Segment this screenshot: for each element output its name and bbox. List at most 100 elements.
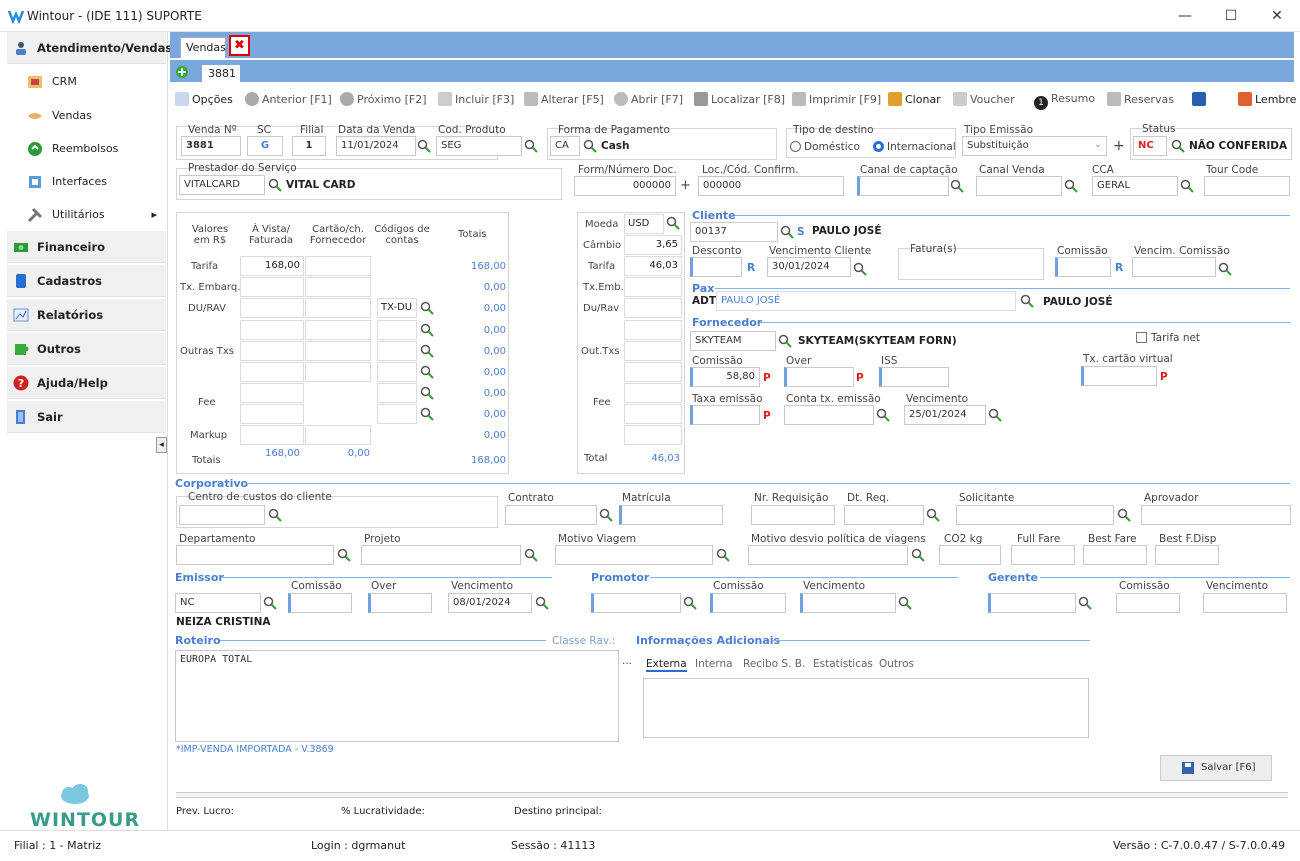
voucher-button[interactable]: Voucher bbox=[953, 92, 1015, 106]
sidebar-group-atendimento[interactable]: Atendimento/Vendas bbox=[7, 32, 172, 64]
search-lookup-icon[interactable] bbox=[1064, 179, 1078, 193]
comissao-cliente-field[interactable] bbox=[1055, 257, 1111, 277]
search-lookup-icon[interactable] bbox=[988, 408, 1002, 422]
moeda-field[interactable]: USD bbox=[624, 214, 664, 234]
tarifa-usd-field[interactable]: 46,03 bbox=[624, 256, 682, 276]
sidebar-group-cadastros[interactable]: Cadastros bbox=[7, 265, 166, 297]
durav-usd-field[interactable] bbox=[624, 298, 682, 318]
outtx-1-usd[interactable] bbox=[624, 320, 682, 340]
incluir-button[interactable]: Incluir [F3] bbox=[438, 92, 514, 106]
clonar-button[interactable]: Clonar bbox=[888, 92, 941, 106]
fee-2-avista[interactable] bbox=[240, 404, 304, 424]
search-lookup-icon[interactable] bbox=[876, 408, 890, 422]
best-fdisp-field[interactable] bbox=[1155, 545, 1219, 565]
search-lookup-icon[interactable] bbox=[268, 508, 282, 522]
fee-2-code[interactable] bbox=[377, 404, 417, 424]
markup-avista[interactable] bbox=[240, 425, 304, 445]
conta-tx-emissao-field[interactable] bbox=[784, 405, 874, 425]
search-lookup-icon[interactable] bbox=[420, 386, 434, 400]
outras-1-avista[interactable] bbox=[240, 320, 304, 340]
outras-3-avista[interactable] bbox=[240, 362, 304, 382]
salvar-button[interactable]: Salvar [F6] bbox=[1160, 755, 1272, 781]
search-lookup-icon[interactable] bbox=[926, 508, 940, 522]
sc-field[interactable]: G bbox=[247, 136, 283, 156]
search-lookup-icon[interactable] bbox=[853, 262, 867, 276]
search-lookup-icon[interactable] bbox=[535, 596, 549, 610]
sidebar-group-financeiro[interactable]: Financeiro bbox=[7, 231, 166, 263]
emissor-vencimento-field[interactable]: 08/01/2024 bbox=[448, 593, 532, 613]
gerente-vencimento-field[interactable] bbox=[1203, 593, 1287, 613]
filial-field[interactable]: 1 bbox=[292, 136, 326, 156]
search-lookup-icon[interactable] bbox=[268, 178, 282, 192]
outtx-2-usd[interactable] bbox=[624, 341, 682, 361]
alterar-button[interactable]: Alterar [F5] bbox=[524, 92, 604, 106]
maximize-button[interactable]: ☐ bbox=[1208, 0, 1254, 32]
cod-produto-field[interactable]: SEG bbox=[436, 136, 522, 156]
vencimento-fornecedor-field[interactable]: 25/01/2024 bbox=[904, 405, 986, 425]
search-lookup-icon[interactable] bbox=[950, 179, 964, 193]
loc-field[interactable]: 000000 bbox=[698, 176, 844, 196]
gerente-comissao-field[interactable] bbox=[1116, 593, 1180, 613]
iss-field[interactable] bbox=[879, 367, 949, 387]
search-lookup-icon[interactable] bbox=[599, 508, 613, 522]
search-lookup-icon[interactable] bbox=[337, 548, 351, 562]
outras-2-avista[interactable] bbox=[240, 341, 304, 361]
pax-name-field[interactable]: PAULO JOSÉ bbox=[716, 291, 1016, 311]
txemb-avista-field[interactable] bbox=[240, 277, 304, 297]
promotor-vencimento-field[interactable] bbox=[800, 593, 896, 613]
tab-outros[interactable]: Outros bbox=[879, 658, 914, 670]
promotor-comissao-field[interactable] bbox=[710, 593, 786, 613]
localizar-button[interactable]: Localizar [F8] bbox=[694, 92, 785, 106]
search-lookup-icon[interactable] bbox=[524, 139, 538, 153]
tab-record-3881[interactable]: 3881 bbox=[202, 65, 240, 83]
co2-field[interactable] bbox=[939, 545, 1001, 565]
comissao-fornecedor-field[interactable]: 58,80 bbox=[690, 367, 760, 387]
tarifa-avista-field[interactable]: 168,00 bbox=[240, 256, 304, 276]
durav-avista-field[interactable] bbox=[240, 298, 304, 318]
departamento-field[interactable] bbox=[176, 545, 334, 565]
search-lookup-icon[interactable] bbox=[716, 548, 730, 562]
opcoes-button[interactable]: Opções bbox=[175, 92, 233, 106]
lembrete-button[interactable]: Lembre bbox=[1238, 92, 1296, 106]
fornecedor-code-field[interactable]: SKYTEAM bbox=[690, 331, 776, 351]
search-lookup-icon[interactable] bbox=[1117, 508, 1131, 522]
fee-1-usd[interactable] bbox=[624, 383, 682, 403]
form-numero-field[interactable]: 000000 bbox=[574, 176, 676, 196]
sidebar-item-crm[interactable]: CRM bbox=[27, 70, 77, 94]
search-lookup-icon[interactable] bbox=[417, 139, 431, 153]
promotor-code-field[interactable] bbox=[591, 593, 681, 613]
proximo-button[interactable]: Próximo [F2] bbox=[340, 92, 427, 106]
emissor-over-field[interactable] bbox=[368, 593, 432, 613]
search-lookup-icon[interactable] bbox=[1180, 179, 1194, 193]
cca-field[interactable]: GERAL bbox=[1092, 176, 1178, 196]
motivo-viagem-field[interactable] bbox=[555, 545, 713, 565]
centro-custos-field[interactable] bbox=[179, 505, 265, 525]
radio-internacional[interactable]: Internacional bbox=[873, 141, 956, 153]
outras-3-code[interactable] bbox=[377, 362, 417, 382]
horizontal-scrollbar[interactable] bbox=[176, 792, 1288, 798]
tab-vendas[interactable]: Vendas bbox=[180, 37, 226, 58]
attach-button[interactable] bbox=[1192, 92, 1209, 106]
reservas-button[interactable]: Reservas bbox=[1107, 92, 1174, 106]
search-lookup-icon[interactable] bbox=[780, 225, 794, 239]
over-field[interactable] bbox=[784, 367, 854, 387]
outras-2-code[interactable] bbox=[377, 341, 417, 361]
venda-number-field[interactable]: 3881 bbox=[181, 136, 241, 156]
status-code-field[interactable]: NC bbox=[1133, 136, 1167, 156]
close-window-button[interactable]: ✕ bbox=[1254, 0, 1300, 32]
search-lookup-icon[interactable] bbox=[420, 365, 434, 379]
aprovador-field[interactable] bbox=[1141, 505, 1291, 525]
search-lookup-icon[interactable] bbox=[524, 548, 538, 562]
fee-1-avista[interactable] bbox=[240, 383, 304, 403]
txemb-usd-field[interactable] bbox=[624, 277, 682, 297]
search-lookup-icon[interactable] bbox=[1171, 139, 1185, 153]
outras-2-cartao[interactable] bbox=[305, 341, 371, 361]
search-lookup-icon[interactable] bbox=[1218, 262, 1232, 276]
search-lookup-icon[interactable] bbox=[420, 407, 434, 421]
close-tab-button[interactable]: ✖ bbox=[229, 35, 250, 56]
tipo-emissao-select[interactable]: Substituição ⌄ bbox=[962, 136, 1107, 156]
sidebar-group-sair[interactable]: Sair bbox=[7, 401, 166, 433]
contrato-field[interactable] bbox=[505, 505, 597, 525]
durav-cartao-field[interactable] bbox=[305, 298, 371, 318]
fpag-code-field[interactable]: CA bbox=[550, 136, 580, 156]
